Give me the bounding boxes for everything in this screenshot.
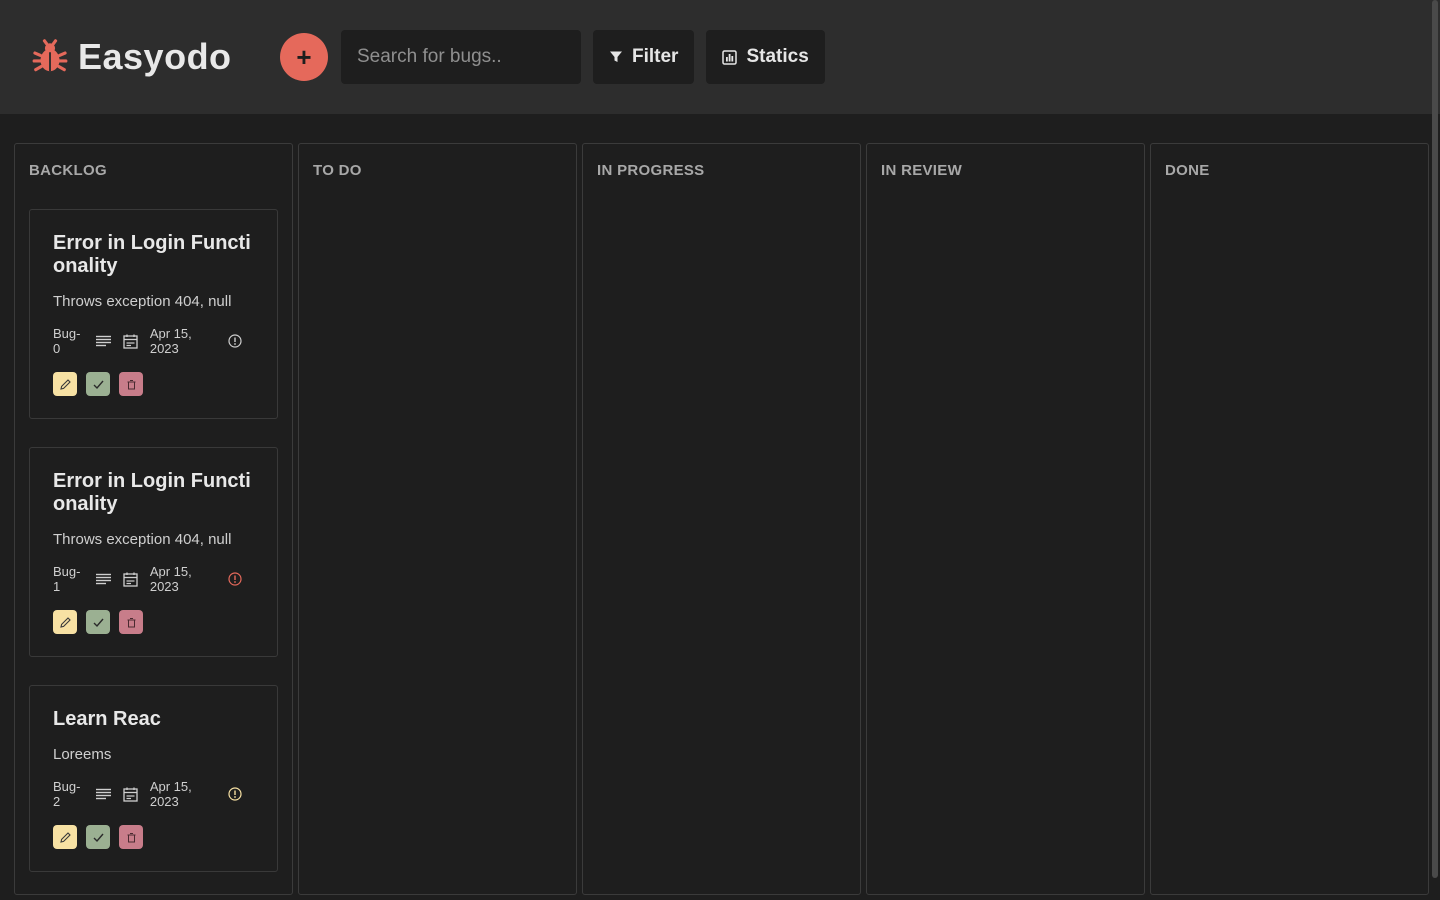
edit-button[interactable] — [53, 610, 77, 634]
trash-icon — [127, 832, 135, 842]
card-description: Throws exception 404, null — [53, 531, 232, 548]
column-in-review: IN REVIEW — [866, 143, 1145, 895]
filter-button[interactable]: Filter — [593, 30, 695, 84]
trash-icon — [127, 617, 135, 627]
card-description: Loreems — [53, 746, 112, 763]
delete-button[interactable] — [119, 825, 143, 849]
bug-date: Apr 15, 2023 — [149, 326, 192, 356]
priority-icon — [228, 787, 242, 801]
delete-button[interactable] — [119, 372, 143, 396]
pencil-icon — [59, 378, 71, 390]
bug-date: Apr 15, 2023 — [149, 779, 192, 809]
card-title: Learn Reac — [53, 708, 161, 730]
edit-button[interactable] — [53, 825, 77, 849]
trash-icon — [127, 379, 135, 389]
column-done: DONE — [1150, 143, 1429, 895]
app-title: Easyodo — [78, 36, 232, 77]
column-title: DONE — [1165, 162, 1210, 179]
card-meta: Bug-0 Apr 15, 2023 — [53, 326, 254, 356]
card-actions — [53, 825, 254, 849]
column-in-progress: IN PROGRESS — [582, 143, 861, 895]
card-actions — [53, 610, 254, 634]
page-scrollbar[interactable] — [1432, 0, 1438, 878]
description-icon — [95, 573, 111, 585]
search-input[interactable] — [341, 30, 581, 84]
app-logo[interactable]: Easyodo — [30, 36, 280, 78]
card-actions — [53, 372, 254, 396]
complete-button[interactable] — [86, 610, 110, 634]
bug-id: Bug-1 — [53, 564, 81, 594]
card-meta: Bug-1 Apr 15, 2023 — [53, 564, 254, 594]
filter-icon — [609, 50, 623, 64]
column-title: BACKLOG — [29, 162, 107, 179]
add-bug-button[interactable]: + — [280, 33, 328, 81]
bug-card[interactable]: Error in Login Functionality Throws exce… — [29, 447, 278, 657]
bug-id: Bug-2 — [53, 779, 81, 809]
bug-card[interactable]: Learn Reac Loreems Bug-2 Apr 15, 2023 — [29, 685, 278, 872]
card-description: Throws exception 404, null — [53, 293, 232, 310]
bug-id: Bug-0 — [53, 326, 81, 356]
card-title: Error in Login Functionality — [53, 232, 251, 277]
bar-chart-icon — [722, 49, 738, 65]
calendar-icon — [123, 334, 138, 349]
pencil-icon — [59, 616, 71, 628]
bug-card[interactable]: Error in Login Functionality Throws exce… — [29, 209, 278, 419]
column-backlog: BACKLOG Error in Login Functionality Thr… — [14, 143, 293, 895]
pencil-icon — [59, 831, 71, 843]
column-title: IN REVIEW — [881, 162, 963, 179]
column-title: IN PROGRESS — [597, 162, 705, 179]
complete-button[interactable] — [86, 372, 110, 396]
check-icon — [93, 833, 104, 842]
description-icon — [95, 335, 111, 347]
column-todo: TO DO — [298, 143, 577, 895]
calendar-icon — [123, 787, 138, 802]
delete-button[interactable] — [119, 610, 143, 634]
bug-icon — [30, 37, 70, 77]
card-meta: Bug-2 Apr 15, 2023 — [53, 779, 254, 809]
statics-label: Statics — [746, 46, 809, 67]
card-title: Error in Login Functionality — [53, 470, 251, 515]
column-title: TO DO — [313, 162, 362, 179]
kanban-board: BACKLOG Error in Login Functionality Thr… — [14, 143, 1429, 895]
priority-icon — [228, 334, 242, 348]
app-header: Easyodo + Filter Statics — [0, 0, 1440, 114]
calendar-icon — [123, 572, 138, 587]
filter-label: Filter — [632, 46, 679, 67]
complete-button[interactable] — [86, 825, 110, 849]
description-icon — [95, 788, 111, 800]
edit-button[interactable] — [53, 372, 77, 396]
statics-button[interactable]: Statics — [706, 30, 825, 84]
check-icon — [93, 380, 104, 389]
check-icon — [93, 618, 104, 627]
priority-icon — [228, 572, 242, 586]
bug-date: Apr 15, 2023 — [149, 564, 192, 594]
